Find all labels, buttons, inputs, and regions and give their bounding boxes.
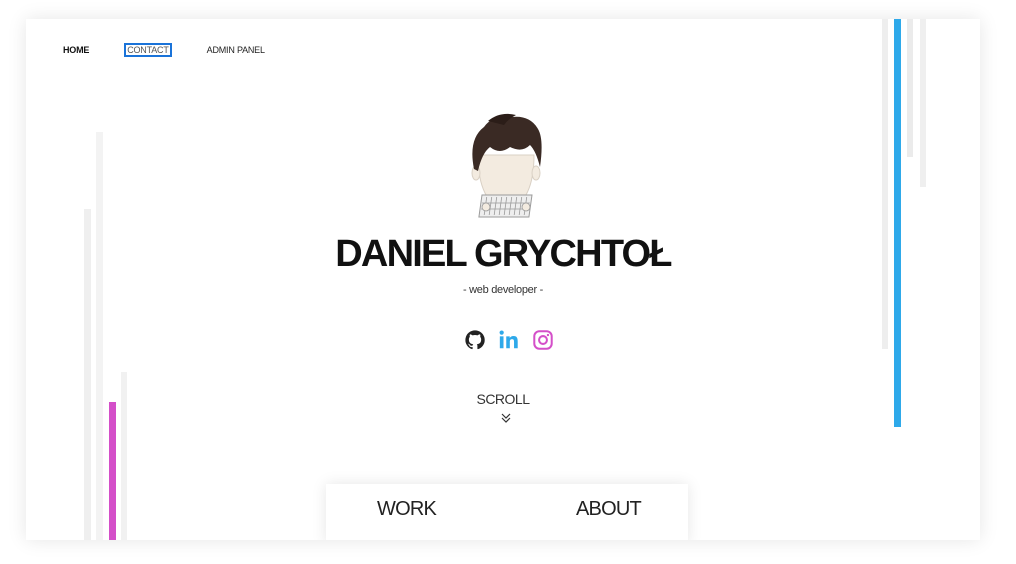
decor-line xyxy=(920,19,926,187)
github-icon[interactable] xyxy=(464,329,486,351)
nav-admin-panel-link[interactable]: ADMIN PANEL xyxy=(207,45,265,55)
tab-about[interactable]: ABOUT xyxy=(576,498,642,521)
decor-line xyxy=(96,132,103,540)
double-chevron-down-icon[interactable] xyxy=(500,412,512,424)
top-nav: HOME CONTACT ADMIN PANEL xyxy=(63,43,302,57)
tab-work[interactable]: WORK xyxy=(377,498,437,521)
nav-home-link[interactable]: HOME xyxy=(63,45,89,55)
hero-subtitle: - web developer - xyxy=(463,284,543,296)
nav-contact-link[interactable]: CONTACT xyxy=(124,43,172,57)
decor-line-blue xyxy=(894,19,901,427)
decor-line-pink xyxy=(109,402,116,540)
page-frame: HOME CONTACT ADMIN PANEL DANIEL GRYCHTOŁ… xyxy=(26,19,980,540)
instagram-icon[interactable] xyxy=(532,329,554,351)
decor-line xyxy=(907,19,913,157)
scroll-label: SCROLL xyxy=(476,391,530,407)
avatar-illustration xyxy=(471,113,542,218)
decor-line xyxy=(882,19,888,349)
linkedin-icon[interactable] xyxy=(498,329,520,351)
hero-name: DANIEL GRYCHTOŁ xyxy=(335,233,672,275)
section-tabs: WORK ABOUT xyxy=(326,484,688,540)
social-links xyxy=(464,329,554,351)
